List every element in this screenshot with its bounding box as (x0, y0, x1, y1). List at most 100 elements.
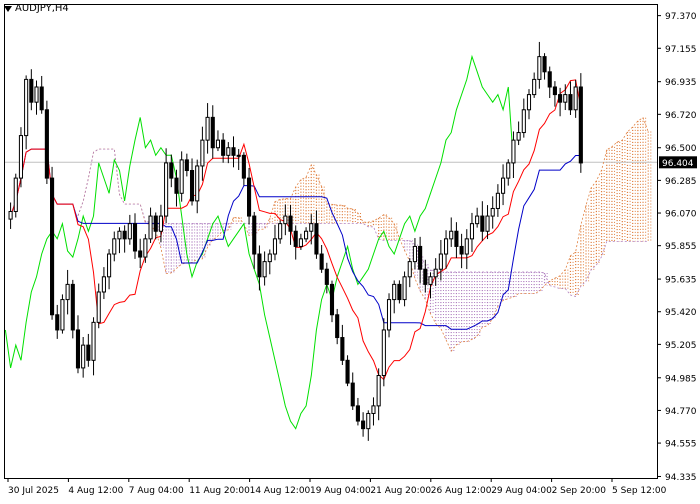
candle-body (386, 299, 392, 331)
candle-body (138, 250, 143, 258)
candle-body (397, 283, 402, 301)
candle-body (288, 215, 293, 232)
candle-body (335, 314, 340, 339)
current-price-label: 96.404 (662, 159, 694, 169)
y-tick-label: 95.205 (665, 341, 697, 351)
candle-body (158, 215, 163, 232)
y-tick-label: 94.555 (665, 440, 697, 450)
y-tick-label: 96.935 (665, 78, 697, 88)
candle-body (314, 223, 319, 255)
candle-body (200, 139, 205, 167)
candle-body (350, 382, 355, 407)
candle-body (412, 245, 417, 263)
candle-body (215, 139, 221, 149)
y-tick-label: 96.500 (665, 144, 697, 154)
candle-body (267, 253, 272, 263)
y-tick-label: 97.155 (665, 45, 697, 55)
candle-body (324, 268, 329, 285)
dropdown-triangle-icon (4, 5, 12, 12)
candle-body (205, 116, 210, 141)
candle-body (319, 253, 324, 270)
symbol-title: AUDJPY,H4 (4, 3, 69, 14)
candle-body (112, 238, 117, 255)
candle-body (443, 238, 449, 255)
candle-body (221, 139, 226, 156)
candle-body (542, 56, 547, 73)
symbol-title-text: AUDJPY,H4 (15, 3, 69, 14)
candle-body (355, 405, 360, 422)
candle-body (392, 283, 397, 301)
candle-body (418, 245, 423, 270)
candle-body (101, 276, 106, 293)
candle-body (506, 162, 511, 179)
candle-body (34, 86, 39, 103)
candle-body (537, 56, 542, 80)
candle-body (438, 253, 443, 270)
candle-body (122, 230, 127, 240)
candle-body (298, 238, 303, 247)
candle-body (231, 147, 236, 156)
x-tick-label: 2 Sep 20:00 (552, 486, 607, 496)
x-tick-label: 14 Aug 12:00 (250, 486, 311, 496)
y-tick-label: 95.855 (665, 242, 697, 252)
candle-body (293, 230, 298, 247)
candle-body (39, 86, 44, 111)
candle-body (428, 276, 433, 285)
candle-body (573, 86, 578, 111)
candle-body (433, 268, 438, 278)
candle-body (195, 165, 200, 202)
candle-body (454, 230, 459, 247)
candle-body (29, 78, 34, 103)
candle-body (18, 135, 24, 179)
candle-body (127, 223, 132, 240)
candle-body (44, 109, 49, 179)
candle-body (132, 223, 138, 252)
candle-body (304, 230, 309, 240)
candle-body (469, 223, 475, 240)
candle-body (226, 147, 231, 156)
x-tick-label: 4 Aug 12:00 (68, 486, 123, 496)
candle-body (381, 329, 386, 377)
candle-body (361, 420, 366, 430)
candle-body (70, 283, 75, 331)
candle-body (490, 207, 495, 217)
candle-body (521, 109, 526, 134)
current-price-label-group: 96.404 (659, 156, 697, 169)
candle-body (283, 215, 288, 225)
candle-body (143, 238, 148, 258)
candle-body (464, 238, 469, 255)
candle-body (8, 211, 13, 220)
candle-body (552, 86, 557, 96)
chart-area: 97.370 97.155 96.935 96.720 96.500 96.285 96.0… (0, 0, 700, 500)
candle-body (257, 253, 262, 278)
y-tick-label: 95.635 (665, 276, 697, 286)
candle-body (532, 78, 537, 96)
candle-body (402, 276, 407, 301)
candle-body (309, 223, 314, 232)
candle-body (371, 405, 376, 414)
candle-body (252, 215, 257, 255)
candle-body (329, 283, 335, 316)
y-tick-label: 97.370 (665, 12, 697, 22)
chart-svg: 97.370 97.155 96.935 96.720 96.500 96.285 96.0… (0, 0, 700, 500)
candle-body (184, 159, 189, 172)
candle-body (423, 268, 428, 285)
candle-body (148, 215, 153, 240)
x-tick-label: 11 Aug 20:00 (189, 486, 250, 496)
candle-body (117, 230, 122, 240)
candle-body (24, 78, 29, 137)
candle-body (340, 337, 345, 361)
candle-body (501, 177, 506, 194)
candle-body (459, 245, 464, 255)
candle-body (169, 162, 174, 179)
candle-body (516, 132, 521, 141)
candle-body (107, 253, 112, 278)
candle-body (153, 215, 158, 232)
candle-body (75, 329, 81, 369)
x-tick-label: 7 Aug 04:00 (129, 486, 184, 496)
candle-body (563, 94, 568, 103)
x-tick-label: 5 Sep 12:00 (612, 486, 667, 496)
candle-body (189, 170, 195, 202)
candle-body (475, 215, 480, 225)
candle-body (345, 359, 350, 384)
